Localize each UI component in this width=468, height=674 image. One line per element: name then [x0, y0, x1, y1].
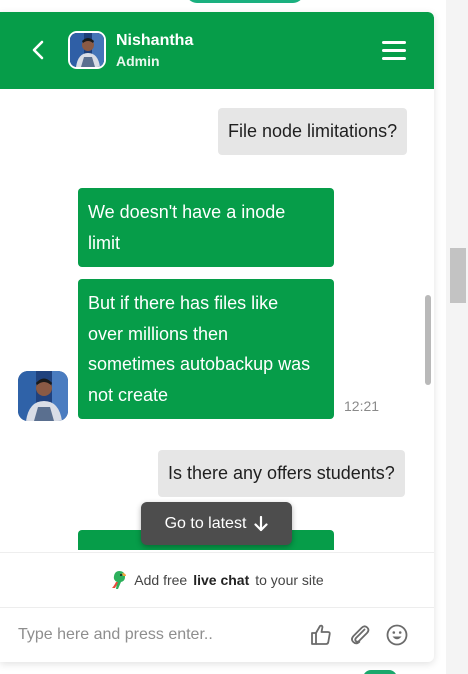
- outgoing-message: File node limitations?: [218, 108, 408, 155]
- message-line: But if there has files like: [88, 293, 279, 313]
- paperclip-icon: [351, 625, 370, 645]
- chat-scrollbar-thumb[interactable]: [425, 295, 431, 385]
- thumbs-up-icon: [311, 624, 331, 645]
- outgoing-message: Is there any offers students?: [158, 450, 405, 497]
- message-line: over millions then: [88, 323, 229, 344]
- incoming-message: We doesn't have a inode limit: [78, 188, 334, 267]
- branding-bar: Add free live chat to your site: [0, 552, 434, 607]
- agent-message-avatar: [18, 371, 68, 421]
- message-line: not create: [88, 384, 169, 405]
- agent-avatar: [68, 31, 106, 69]
- emoji-icon: [386, 624, 408, 646]
- page: Nishantha Admin File node limitations? W…: [0, 0, 468, 674]
- page-scrollbar-thumb[interactable]: [450, 248, 466, 303]
- branding-link[interactable]: Add free live chat to your site: [110, 570, 324, 590]
- message-timestamp: 12:21: [344, 398, 380, 414]
- incoming-message: But if there has files like over million…: [78, 279, 334, 419]
- message-input[interactable]: [18, 622, 288, 648]
- page-scrollbar[interactable]: [446, 0, 468, 674]
- arrow-down-icon: [254, 515, 269, 531]
- chat-launcher-fragment[interactable]: [363, 670, 397, 674]
- message-line: limit: [88, 232, 120, 253]
- attach-button[interactable]: [347, 622, 373, 648]
- chat-widget: Nishantha Admin File node limitations? W…: [0, 12, 434, 662]
- chevron-left-icon: [32, 40, 44, 60]
- parrot-logo-icon: [112, 571, 127, 589]
- branding-prefix: Add free: [134, 572, 188, 588]
- back-button[interactable]: [26, 38, 50, 62]
- branding-highlight: live chat: [193, 572, 250, 588]
- chat-header: Nishantha Admin: [0, 12, 434, 89]
- emoji-button[interactable]: [384, 622, 410, 648]
- message-composer: [0, 607, 434, 662]
- agent-name: Nishantha: [116, 32, 194, 49]
- message-line: sometimes autobackup was: [88, 354, 311, 374]
- go-to-latest-button[interactable]: Go to latest: [141, 502, 292, 545]
- thumbs-up-button[interactable]: [308, 622, 334, 648]
- message-line: We doesn't have a inode: [88, 202, 286, 222]
- branding-suffix: to your site: [255, 572, 324, 588]
- go-to-latest-label: Go to latest: [164, 514, 247, 532]
- host-page-button-fragment[interactable]: [186, 0, 304, 3]
- menu-button[interactable]: [382, 39, 406, 61]
- agent-role: Admin: [116, 53, 160, 69]
- message-list[interactable]: File node limitations? We doesn't have a…: [0, 89, 434, 550]
